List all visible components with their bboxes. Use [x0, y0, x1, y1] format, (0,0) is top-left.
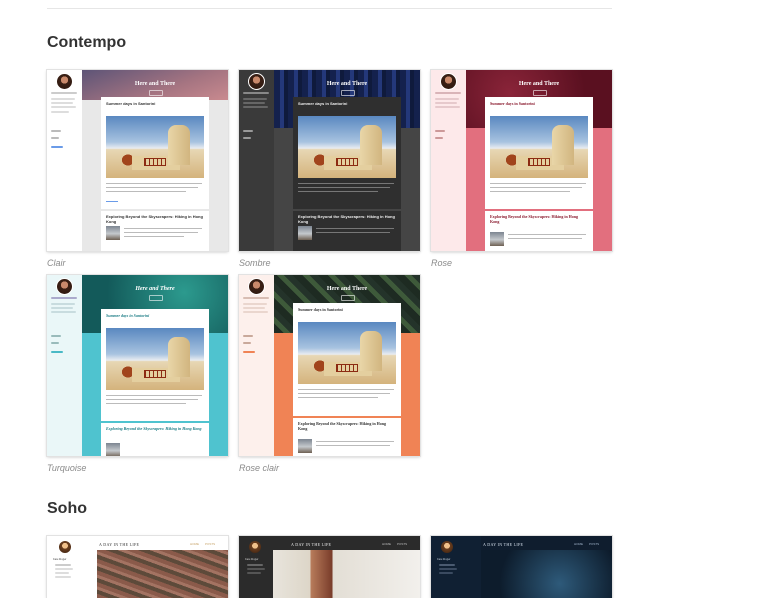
theme-card-rose[interactable]: Here and There Summer days in Santorini … [431, 70, 612, 251]
preview-post-card-2: Exploring Beyond the Skyscrapers: Hiking… [101, 423, 209, 456]
theme-card-clair[interactable]: Here and There Summer days in Santorini … [47, 70, 228, 251]
preview-nav-posts: POSTS [589, 542, 600, 546]
post-photo [298, 116, 396, 178]
post-thumbnail [298, 226, 312, 240]
preview-author: Jane Roger [437, 557, 451, 561]
section-title-contempo: Contempo [47, 34, 127, 51]
preview-sidebar [47, 275, 82, 456]
preview-banner [481, 550, 612, 598]
preview-post-card: Summer days in Santorini [293, 303, 401, 416]
preview-pill [341, 90, 355, 96]
preview-nav-posts: POSTS [205, 542, 216, 546]
avatar [441, 541, 453, 553]
preview-post2-title: Exploring Beyond the Skyscrapers: Hiking… [298, 214, 395, 224]
preview-post-card-2: Exploring Beyond the Skyscrapers: Hiking… [293, 418, 401, 456]
preview-blog-title: Here and There [518, 81, 560, 87]
preview-blog-title: Here and There [326, 286, 368, 292]
post-thumbnail [106, 443, 120, 456]
avatar [59, 541, 71, 553]
preview-post2-title: Exploring Beyond the Skyscrapers: Hiking… [490, 214, 579, 224]
preview-post-card: Summer days in Santorini [101, 97, 209, 209]
preview-blog-title: Here and There [135, 286, 175, 292]
theme-card-sombre[interactable]: Here and There Summer days in Santorini … [239, 70, 420, 251]
preview-pill [341, 295, 355, 301]
post-photo [106, 328, 204, 390]
preview-post-card: Summer days in Santorini [101, 309, 209, 421]
preview-banner [97, 550, 228, 598]
preview-post2-title: Exploring Beyond the Skyscrapers: Hiking… [106, 426, 202, 431]
preview-sidebar [239, 275, 274, 456]
avatar [56, 73, 73, 90]
preview-pill [149, 90, 163, 96]
section-divider [47, 8, 612, 9]
preview-author: Jane Roger [245, 557, 259, 561]
avatar [248, 278, 265, 295]
preview-pill [533, 90, 547, 96]
preview-sidebar [431, 70, 466, 251]
preview-post-title: Summer days in Santorini [106, 101, 156, 106]
preview-blog-title: Here and There [134, 81, 176, 87]
theme-label-sombre: Sombre [239, 258, 271, 268]
post-thumbnail [298, 439, 312, 453]
theme-card-soho-2[interactable]: Jane Roger A DAY IN THE LIFE HOME POSTS [239, 536, 420, 598]
post-photo [106, 116, 204, 178]
preview-sidebar: Jane Roger [431, 536, 481, 598]
post-thumbnail [490, 232, 504, 246]
preview-sidebar [239, 70, 274, 251]
avatar [248, 73, 265, 90]
preview-pill [149, 295, 163, 301]
preview-post-title: Summer days in Santorini [298, 307, 343, 312]
theme-label-rose-clair: Rose clair [239, 463, 280, 473]
theme-label-rose: Rose [431, 258, 453, 268]
preview-post-card: Summer days in Santorini [293, 97, 401, 209]
theme-card-soho-3[interactable]: Jane Roger A DAY IN THE LIFE HOME POSTS [431, 536, 612, 598]
theme-card-turquoise[interactable]: Here and There Summer days in Santorini … [47, 275, 228, 456]
preview-post-card-2: Exploring Beyond the Skyscrapers: Hiking… [293, 211, 401, 251]
preview-sidebar: Jane Roger [47, 536, 97, 598]
preview-blog-title: A DAY IN THE LIFE [291, 542, 332, 547]
preview-nav-home: HOME [382, 542, 391, 546]
theme-label-turquoise: Turquoise [47, 463, 87, 473]
preview-post-title: Summer days in Santorini [490, 101, 535, 106]
theme-card-rose-clair[interactable]: Here and There Summer days in Santorini … [239, 275, 420, 456]
post-thumbnail [106, 226, 120, 240]
preview-post-card-2: Exploring Beyond the Skyscrapers: Hiking… [485, 211, 593, 251]
preview-post-title: Summer days in Santorini [298, 101, 348, 106]
avatar [56, 278, 73, 295]
preview-sidebar [47, 70, 82, 251]
post-photo [490, 116, 588, 178]
theme-label-clair: Clair [47, 258, 66, 268]
avatar [249, 541, 261, 553]
preview-post-card: Summer days in Santorini [485, 97, 593, 209]
preview-author: Jane Roger [53, 557, 67, 561]
preview-banner [273, 550, 420, 598]
preview-nav-home: HOME [190, 542, 199, 546]
section-title-soho: Soho [47, 500, 87, 517]
post-photo [298, 322, 396, 384]
preview-blog-title: Here and There [326, 81, 368, 87]
preview-post2-title: Exploring Beyond the Skyscrapers: Hiking… [298, 421, 387, 431]
preview-blog-title: A DAY IN THE LIFE [483, 542, 524, 547]
preview-nav-posts: POSTS [397, 542, 408, 546]
theme-card-soho-1[interactable]: Jane Roger A DAY IN THE LIFE HOME POSTS [47, 536, 228, 598]
preview-blog-title: A DAY IN THE LIFE [99, 542, 140, 547]
preview-post-title: Summer days in Santorini [106, 313, 150, 318]
preview-post2-title: Exploring Beyond the Skyscrapers: Hiking… [106, 214, 203, 224]
preview-nav-home: HOME [574, 542, 583, 546]
preview-post-card-2: Exploring Beyond the Skyscrapers: Hiking… [101, 211, 209, 251]
avatar [440, 73, 457, 90]
